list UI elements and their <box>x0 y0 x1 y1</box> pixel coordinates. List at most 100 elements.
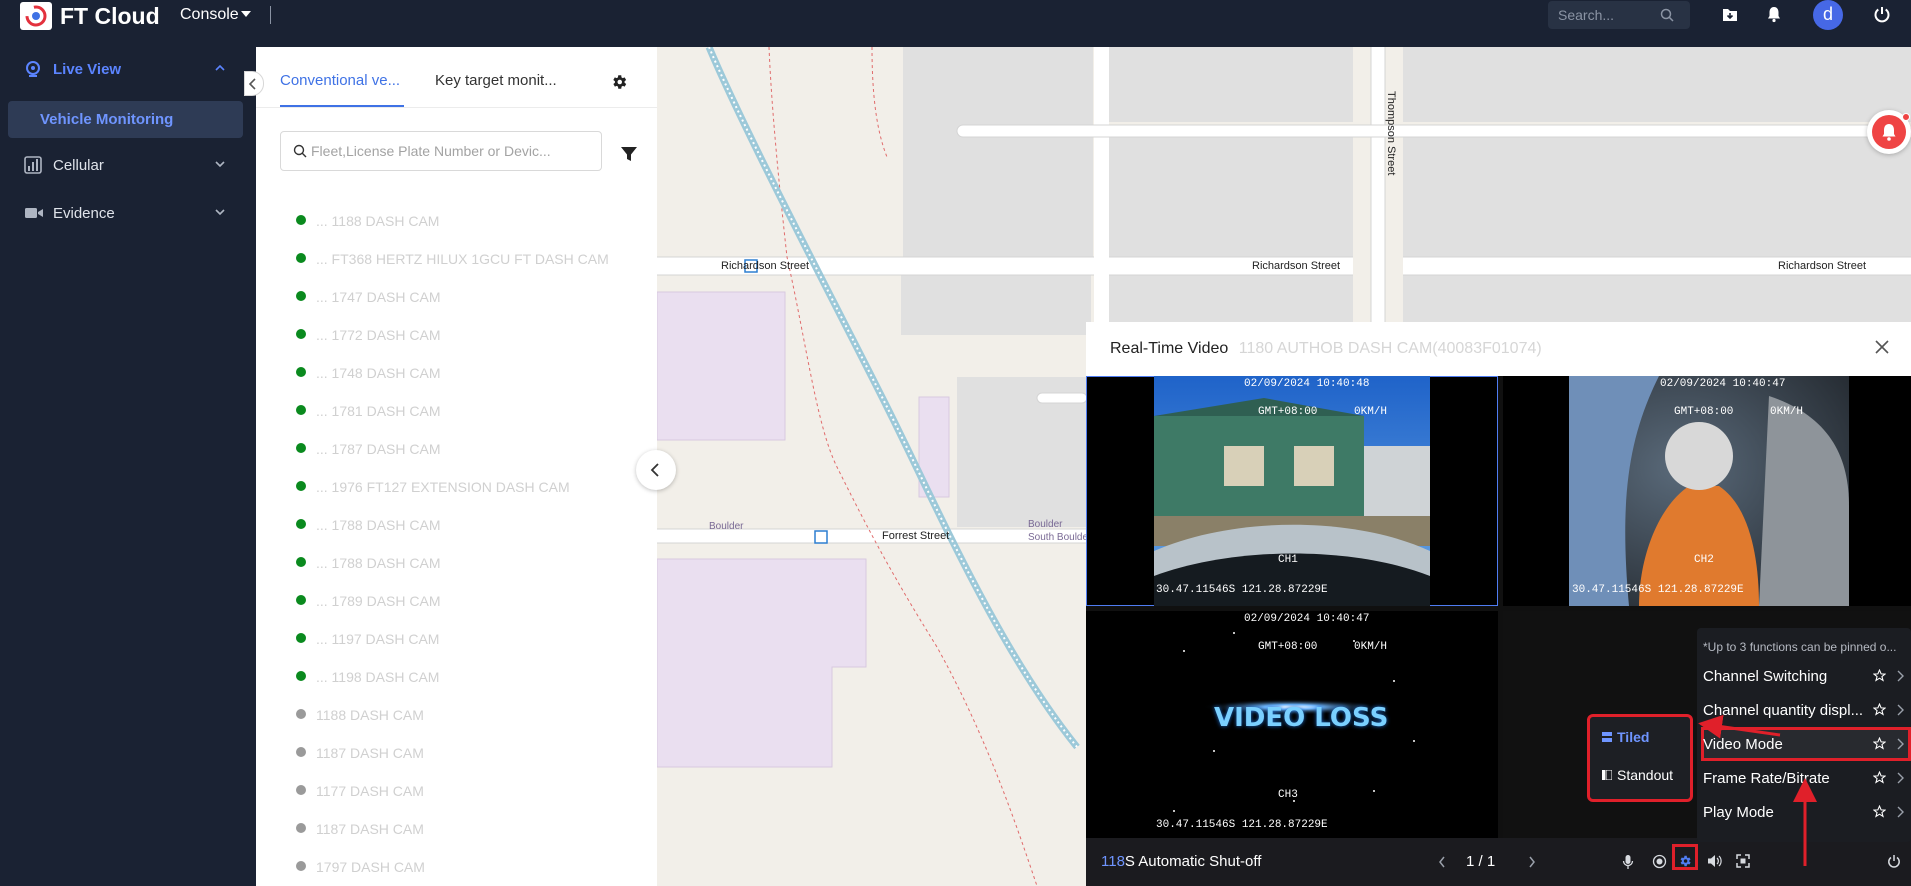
bell-icon[interactable] <box>1765 5 1783 23</box>
auto-shutoff-seconds: 118 <box>1101 853 1125 870</box>
power-icon[interactable] <box>1873 5 1891 23</box>
alarm-button[interactable] <box>1867 110 1911 154</box>
close-icon[interactable] <box>1874 339 1890 355</box>
online-status-dot <box>296 291 306 301</box>
vehicle-name: ... 1788 DASH CAM <box>316 517 441 533</box>
real-time-video-heading: Real-Time Video <box>1110 340 1229 357</box>
star-pin-icon[interactable] <box>1873 737 1886 750</box>
search-icon[interactable] <box>1660 8 1674 22</box>
osd-coordinates: 30.47.11546S 121.28.87229E <box>1156 584 1328 596</box>
vehicle-name: ... 1748 DASH CAM <box>316 365 441 381</box>
offline-status-dot <box>296 823 306 833</box>
online-status-dot <box>296 595 306 605</box>
function-menu-label: Channel quantity displ... <box>1703 702 1864 719</box>
chevron-down-icon <box>215 209 225 216</box>
nav-item-live-view[interactable]: Live View <box>0 49 256 91</box>
chevron-down-icon <box>215 161 225 168</box>
vehicle-name: ... 1976 FT127 EXTENSION DASH CAM <box>316 479 570 495</box>
online-status-dot <box>296 633 306 643</box>
nav-item-cellular[interactable]: Cellular <box>0 145 256 187</box>
vehicle-name: ... 1787 DASH CAM <box>316 441 441 457</box>
vehicle-list-item[interactable]: 1187 DASH CAM <box>296 819 636 839</box>
vehicle-list-item[interactable]: ... 1188 DASH CAM <box>296 211 636 231</box>
settings-gear-icon[interactable] <box>610 73 628 91</box>
record-icon[interactable] <box>1652 854 1667 869</box>
power-icon[interactable] <box>1887 854 1901 868</box>
alarm-bell-icon <box>1872 115 1906 149</box>
online-status-dot <box>296 405 306 415</box>
collapse-fleet-panel-button[interactable] <box>636 450 676 490</box>
vehicle-list-item[interactable]: ... 1788 DASH CAM <box>296 515 636 535</box>
nav-label-evidence: Evidence <box>53 205 115 222</box>
vehicle-list-item[interactable]: ... 1976 FT127 EXTENSION DASH CAM <box>296 477 636 497</box>
offline-status-dot <box>296 747 306 757</box>
real-time-video-title: Real-Time Video 1180 AUTHOB DASH CAM(400… <box>1110 339 1542 359</box>
chevron-left-icon <box>650 463 659 477</box>
vehicle-list-item[interactable]: ... 1788 DASH CAM <box>296 553 636 573</box>
speaker-icon[interactable] <box>1707 854 1722 868</box>
online-status-dot <box>296 671 306 681</box>
osd-datetime: 02/09/2024 10:40:47 <box>1660 378 1786 390</box>
settings-gear-icon[interactable] <box>1678 854 1692 868</box>
function-menu-item[interactable]: Play Mode <box>1703 797 1909 827</box>
function-menu-label: Video Mode <box>1703 736 1783 753</box>
chevron-right-icon <box>1897 704 1904 716</box>
video-loss-text: VIDEO LOSS <box>1214 703 1389 733</box>
osd-speed: 0KM/H <box>1354 406 1388 418</box>
osd-timezone: GMT+08:00 <box>1258 406 1318 418</box>
nav-item-evidence[interactable]: Evidence <box>0 193 256 235</box>
microphone-icon[interactable] <box>1622 854 1634 870</box>
video-mode-submenu: Tiled Standout <box>1587 714 1693 802</box>
nav-item-vehicle-monitoring[interactable]: Vehicle Monitoring <box>8 101 243 138</box>
fleet-search-input[interactable] <box>311 142 591 160</box>
vehicle-name: ... 1197 DASH CAM <box>316 631 440 647</box>
download-icon[interactable] <box>1721 5 1739 23</box>
caret-down-icon[interactable] <box>241 11 251 17</box>
video-function-menu: *Up to 3 functions can be pinned o... Ch… <box>1697 628 1911 842</box>
vehicle-list-item[interactable]: 1188 DASH CAM <box>296 705 636 725</box>
tab-conventional-vehicles[interactable]: Conventional ve... <box>280 72 400 90</box>
star-pin-icon[interactable] <box>1873 703 1886 716</box>
vehicle-list-item[interactable]: ... 1197 DASH CAM <box>296 629 636 649</box>
star-pin-icon[interactable] <box>1873 805 1886 818</box>
function-menu-label: Channel Switching <box>1703 668 1828 685</box>
function-menu-item[interactable]: Channel Switching <box>1703 661 1909 691</box>
alarm-badge <box>1902 113 1910 121</box>
function-menu-item[interactable]: Channel quantity displ... <box>1703 695 1909 725</box>
filter-funnel-icon[interactable] <box>620 145 638 163</box>
map-label-boulder: Boulder <box>1028 519 1063 530</box>
osd-coordinates: 30.47.11546S 121.28.87229E <box>1572 584 1744 596</box>
vehicle-list-item[interactable]: ... 1747 DASH CAM <box>296 287 636 307</box>
vehicle-list-item[interactable]: ... 1772 DASH CAM <box>296 325 636 345</box>
chevron-left-icon[interactable] <box>1438 856 1446 868</box>
vehicle-list-item[interactable]: ... 1787 DASH CAM <box>296 439 636 459</box>
global-search-input[interactable] <box>1558 6 1658 24</box>
user-avatar[interactable]: d <box>1813 0 1843 30</box>
vehicle-list-item[interactable]: ... 1781 DASH CAM <box>296 401 636 421</box>
vehicle-list-item[interactable]: 1177 DASH CAM <box>296 781 636 801</box>
tab-key-target-monitoring[interactable]: Key target monit... <box>435 72 557 90</box>
vehicle-name: ... 1788 DASH CAM <box>316 555 441 571</box>
search-icon <box>293 144 307 158</box>
star-pin-icon[interactable] <box>1873 771 1886 784</box>
vehicle-list-item[interactable]: ... FT368 HERTZ HILUX 1GCU FT DASH CAM <box>296 249 636 269</box>
vehicle-list-item[interactable]: ... 1789 DASH CAM <box>296 591 636 611</box>
function-menu-item[interactable]: Frame Rate/Bitrate <box>1703 763 1909 793</box>
tab-divider <box>256 107 657 108</box>
map-label-south-boulder: South Boulder <box>1028 532 1092 543</box>
star-pin-icon[interactable] <box>1873 669 1886 682</box>
console-menu[interactable]: Console <box>180 5 239 25</box>
map-label-richardson-street: Richardson Street <box>1778 260 1867 272</box>
osd-datetime: 02/09/2024 10:40:47 <box>1244 613 1370 625</box>
osd-channel-id: CH1 <box>1278 554 1298 566</box>
vehicle-name: 1188 DASH CAM <box>316 707 424 723</box>
function-menu-item[interactable]: Video Mode <box>1701 727 1911 761</box>
osd-speed: 0KM/H <box>1770 406 1804 418</box>
vehicle-list-item[interactable]: 1797 DASH CAM <box>296 857 636 877</box>
vehicle-list-item[interactable]: ... 1198 DASH CAM <box>296 667 636 687</box>
nav-label-vehicle-monitoring: Vehicle Monitoring <box>40 111 174 128</box>
chevron-right-icon[interactable] <box>1528 856 1536 868</box>
vehicle-list-item[interactable]: 1187 DASH CAM <box>296 743 636 763</box>
vehicle-list-item[interactable]: ... 1748 DASH CAM <box>296 363 636 383</box>
fullscreen-icon[interactable] <box>1736 854 1750 868</box>
